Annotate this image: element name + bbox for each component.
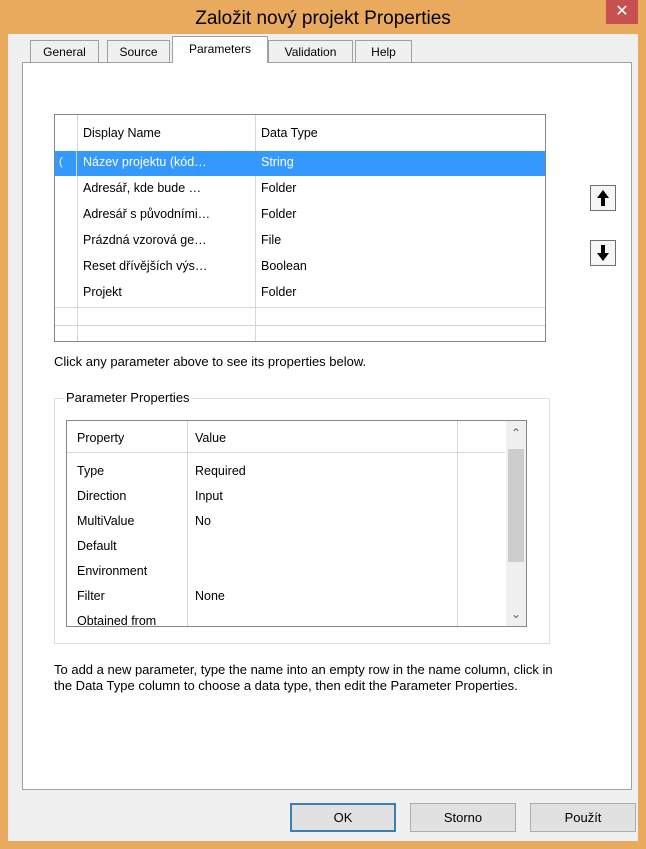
- parameter-name-cell[interactable]: Název projektu (kód…: [83, 155, 255, 169]
- property-name: Filter: [77, 589, 105, 603]
- apply-button[interactable]: Použít: [530, 803, 636, 832]
- selection-hint-text: Click any parameter above to see its pro…: [54, 354, 367, 369]
- tab-parameters[interactable]: Parameters: [172, 36, 268, 63]
- properties-grid-header: Property Value: [67, 421, 505, 453]
- property-name: Type: [77, 464, 105, 478]
- parameter-type-cell[interactable]: Folder: [261, 181, 296, 195]
- property-name: MultiValue: [77, 514, 135, 528]
- parameter-name-cell[interactable]: Reset dřívějších výs…: [83, 259, 255, 273]
- tab-source[interactable]: Source: [107, 40, 170, 62]
- arrow-down-icon: [597, 245, 609, 261]
- property-row[interactable]: Filter None: [67, 584, 507, 609]
- property-name: Direction: [77, 489, 127, 503]
- property-row[interactable]: Type Required: [67, 459, 507, 484]
- tab-general[interactable]: General: [30, 40, 99, 62]
- property-row[interactable]: Direction Input: [67, 484, 507, 509]
- properties-scrollbar[interactable]: ⌃ ⌄: [506, 421, 526, 626]
- table-row[interactable]: Adresář s původními… Folder: [55, 203, 545, 228]
- arrow-up-icon: [597, 190, 609, 206]
- parameter-type-cell[interactable]: Folder: [261, 285, 296, 299]
- parameter-name-cell[interactable]: Projekt: [83, 285, 255, 299]
- table-row[interactable]: Reset dřívějších výs… Boolean: [55, 255, 545, 280]
- property-name: Environment: [77, 564, 148, 578]
- property-row[interactable]: Obtained from: [67, 609, 507, 627]
- cancel-button[interactable]: Storno: [410, 803, 516, 832]
- property-value[interactable]: No: [195, 514, 211, 528]
- property-row[interactable]: Environment: [67, 559, 507, 584]
- table-row[interactable]: Adresář, kde bude … Folder: [55, 177, 545, 202]
- scrollbar-thumb[interactable]: [508, 449, 524, 562]
- help-text: To add a new parameter, type the name in…: [54, 662, 553, 693]
- parameter-name-cell[interactable]: Adresář s původními…: [83, 207, 255, 221]
- move-up-button[interactable]: [590, 185, 616, 211]
- move-down-button[interactable]: [590, 240, 616, 266]
- parameter-type-cell[interactable]: Folder: [261, 207, 296, 221]
- window-title: Založit nový projekt Properties: [195, 8, 451, 29]
- property-name: Obtained from: [77, 614, 157, 627]
- column-header-value[interactable]: Value: [195, 431, 226, 445]
- row-indicator: (: [55, 151, 77, 176]
- empty-new-row[interactable]: [55, 308, 545, 333]
- table-row[interactable]: Prázdná vzorová ge… File: [55, 229, 545, 254]
- scroll-down-icon[interactable]: ⌄: [506, 604, 526, 624]
- property-row[interactable]: Default: [67, 534, 507, 559]
- table-row[interactable]: ( Název projektu (kód… String: [55, 151, 545, 176]
- group-title: Parameter Properties: [64, 390, 192, 405]
- column-header-data-type[interactable]: Data Type: [261, 126, 318, 140]
- property-name: Default: [77, 539, 117, 553]
- parameter-name-cell[interactable]: Adresář, kde bude …: [83, 181, 255, 195]
- property-value[interactable]: Input: [195, 489, 223, 503]
- column-header-property[interactable]: Property: [77, 431, 124, 445]
- parameter-name-cell[interactable]: Prázdná vzorová ge…: [83, 233, 255, 247]
- parameters-grid-header: Display Name Data Type: [55, 115, 545, 152]
- grid-row-line: [55, 325, 545, 326]
- property-value[interactable]: None: [195, 589, 225, 603]
- parameter-type-cell[interactable]: File: [261, 233, 281, 247]
- parameters-grid[interactable]: Display Name Data Type ( Název projektu …: [54, 114, 546, 342]
- property-value[interactable]: Required: [195, 464, 246, 478]
- close-button[interactable]: ✕: [606, 0, 638, 24]
- ok-button[interactable]: OK: [290, 803, 396, 832]
- parameter-type-cell[interactable]: String: [261, 155, 294, 169]
- parameter-properties-grid[interactable]: Property Value Type Required Direction I…: [66, 420, 527, 627]
- tab-help[interactable]: Help: [355, 40, 412, 62]
- property-row[interactable]: MultiValue No: [67, 509, 507, 534]
- tab-validation[interactable]: Validation: [268, 40, 353, 62]
- parameter-type-cell[interactable]: Boolean: [261, 259, 307, 273]
- column-header-display-name[interactable]: Display Name: [83, 126, 161, 140]
- table-row[interactable]: Projekt Folder: [55, 281, 545, 306]
- scroll-up-icon[interactable]: ⌃: [506, 423, 526, 443]
- title-bar[interactable]: Založit nový projekt Properties ✕: [0, 0, 646, 34]
